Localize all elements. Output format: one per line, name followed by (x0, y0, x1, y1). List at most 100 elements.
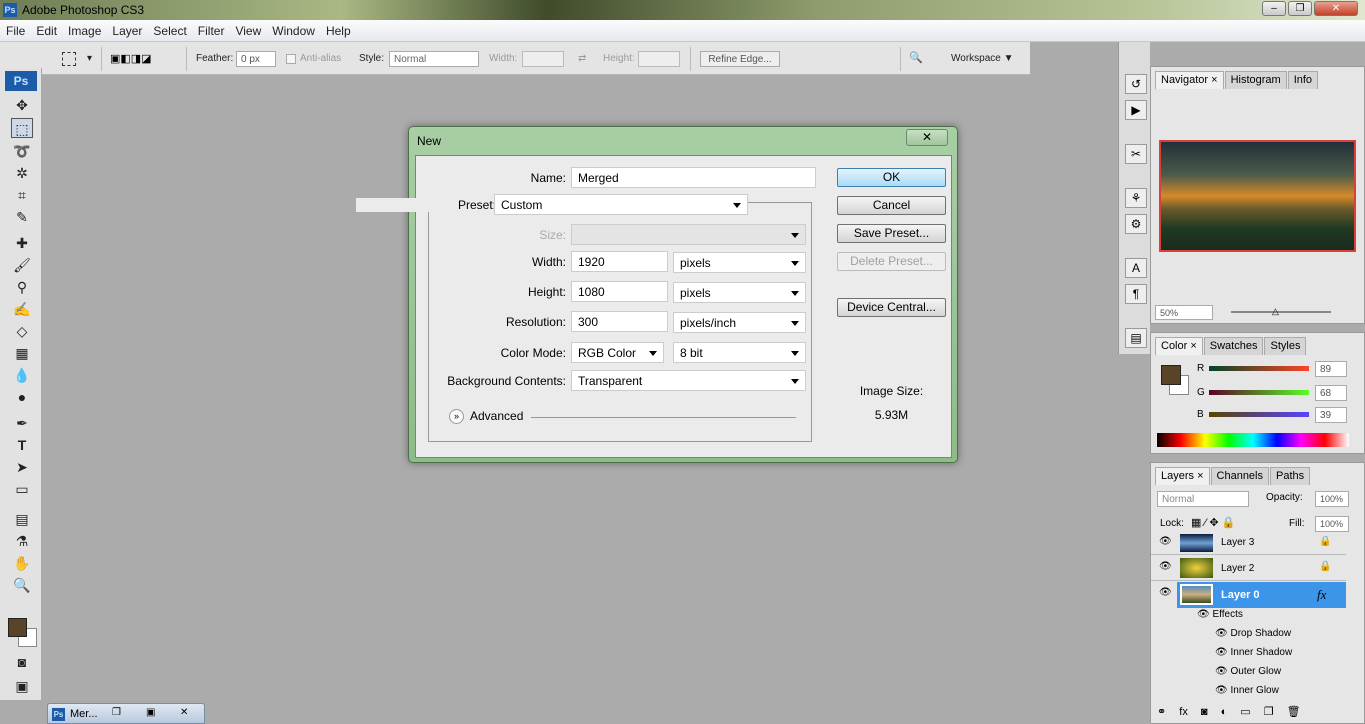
tool-presets-icon[interactable]: ✂ (1125, 144, 1147, 164)
tab-channels[interactable]: Channels (1210, 467, 1269, 485)
stamp-tool-icon[interactable]: ⚲ (11, 277, 33, 297)
selection-mode-icons[interactable]: ▣◧◨◪ (110, 52, 176, 66)
effect-drop-shadow[interactable]: 👁 Drop Shadow (1215, 628, 1365, 639)
tab-info[interactable]: Info (1287, 71, 1319, 89)
bit-depth-dropdown[interactable]: 8 bit (673, 342, 806, 363)
r-slider[interactable] (1209, 366, 1309, 371)
menu-select[interactable]: Select (147, 20, 191, 38)
marquee-tool-icon[interactable]: ⬚ (11, 118, 33, 138)
dodge-tool-icon[interactable]: ● (11, 387, 33, 407)
height-input[interactable]: 1080 (571, 281, 668, 302)
layer-row[interactable]: 👁 Layer 3 🔒 (1151, 533, 1346, 555)
navigator-thumbnail[interactable] (1159, 140, 1356, 252)
blend-mode-dropdown[interactable]: Normal (1157, 491, 1249, 507)
notes-tool-icon[interactable]: ▤ (11, 509, 33, 529)
hand-tool-icon[interactable]: ✋ (11, 553, 33, 573)
width-input[interactable] (522, 51, 564, 67)
r-input[interactable]: 89 (1315, 361, 1347, 377)
style-dropdown[interactable]: Normal (389, 51, 479, 67)
history-brush-icon[interactable]: ✍ (11, 299, 33, 319)
eraser-tool-icon[interactable]: ◇ (11, 321, 33, 341)
width-input[interactable]: 1920 (571, 251, 668, 272)
menu-edit[interactable]: Edit (30, 20, 62, 38)
menu-file[interactable]: File (0, 20, 30, 38)
tab-paths[interactable]: Paths (1270, 467, 1311, 485)
menu-image[interactable]: Image (62, 20, 106, 38)
height-unit-dropdown[interactable]: pixels (673, 282, 806, 303)
name-input[interactable]: Merged (571, 167, 816, 188)
move-tool-icon[interactable]: ✥ (11, 95, 33, 115)
menu-filter[interactable]: Filter (192, 20, 230, 38)
effect-outer-glow[interactable]: 👁 Outer Glow (1215, 666, 1365, 677)
workspace-menu[interactable]: Workspace ▼ (951, 53, 1014, 64)
antialias-checkbox[interactable] (286, 54, 296, 64)
zoom-slider[interactable] (1231, 311, 1331, 313)
save-preset-button[interactable]: Save Preset... (837, 224, 946, 243)
screen-mode-icon[interactable]: ▣ (11, 676, 33, 696)
effect-inner-glow[interactable]: 👁 Inner Glow (1215, 685, 1365, 696)
crop-tool-icon[interactable]: ⌗ (11, 185, 33, 205)
lasso-tool-icon[interactable]: ➰ (11, 141, 33, 161)
fill-input[interactable]: 100% (1315, 516, 1349, 532)
foreground-color-swatch[interactable] (1161, 365, 1181, 385)
tab-color[interactable]: Color × (1155, 337, 1203, 355)
shape-tool-icon[interactable]: ▭ (11, 479, 33, 499)
menu-layer[interactable]: Layer (106, 20, 147, 38)
tab-layers[interactable]: Layers × (1155, 467, 1210, 485)
paragraph-icon[interactable]: ¶ (1125, 284, 1147, 304)
brushes-icon[interactable]: ⚘ (1125, 188, 1147, 208)
layer-row[interactable]: 👁 Layer 2 🔒 (1151, 556, 1346, 581)
color-mode-dropdown[interactable]: RGB Color (571, 342, 664, 363)
feather-input[interactable]: 0 px (236, 51, 276, 67)
tab-histogram[interactable]: Histogram (1224, 71, 1287, 89)
healing-brush-icon[interactable]: ✚ (11, 233, 33, 253)
magic-wand-icon[interactable]: ✲ (11, 163, 33, 183)
slice-tool-icon[interactable]: ✎ (11, 207, 33, 227)
foreground-color-swatch[interactable] (8, 618, 27, 637)
preset-dropdown[interactable]: Custom (494, 194, 748, 215)
close-button[interactable]: ✕ (1314, 1, 1358, 16)
path-select-icon[interactable]: ➤ (11, 457, 33, 477)
opacity-input[interactable]: 100% (1315, 491, 1349, 507)
menu-view[interactable]: View (229, 20, 266, 38)
width-unit-dropdown[interactable]: pixels (673, 252, 806, 273)
history-icon[interactable]: ↺ (1125, 74, 1147, 94)
layer-comps-icon[interactable]: ▤ (1125, 328, 1147, 348)
b-input[interactable]: 39 (1315, 407, 1347, 423)
advanced-label[interactable]: Advanced (470, 409, 523, 423)
menu-window[interactable]: Window (266, 20, 320, 38)
type-tool-icon[interactable]: T (11, 435, 33, 455)
minimize-button[interactable]: – (1262, 1, 1286, 16)
effects-row[interactable]: 👁 Effects (1197, 609, 1365, 620)
delete-preset-button[interactable]: Delete Preset... (837, 252, 946, 271)
gradient-tool-icon[interactable]: ▦ (11, 343, 33, 363)
fx-icon[interactable]: fx (1317, 587, 1326, 603)
resolution-input[interactable]: 300 (571, 311, 668, 332)
visibility-eye-icon[interactable]: 👁 (1159, 561, 1172, 572)
zoom-slider-thumb[interactable]: △ (1272, 306, 1279, 317)
quick-mask-icon[interactable]: ◙ (11, 652, 33, 672)
bridge-icon[interactable]: 🔍 (909, 51, 931, 69)
actions-icon[interactable]: ▶ (1125, 100, 1147, 120)
brush-tool-icon[interactable]: 🖌 (11, 255, 33, 275)
lock-icons[interactable]: ▦ ⁄ ✥ 🔒 (1191, 516, 1235, 529)
pen-tool-icon[interactable]: ✒ (11, 413, 33, 433)
height-input[interactable] (638, 51, 680, 67)
g-input[interactable]: 68 (1315, 385, 1347, 401)
device-central-button[interactable]: Device Central... (837, 298, 946, 317)
color-ramp[interactable] (1157, 433, 1349, 447)
b-slider[interactable] (1209, 412, 1309, 417)
dialog-close-button[interactable]: ✕ (906, 129, 948, 146)
g-slider[interactable] (1209, 390, 1309, 395)
maximize-icon[interactable]: ▣ (146, 707, 155, 718)
tab-styles[interactable]: Styles (1264, 337, 1307, 355)
background-contents-dropdown[interactable]: Transparent (571, 370, 806, 391)
size-dropdown[interactable] (571, 224, 806, 245)
character-icon[interactable]: A (1125, 258, 1147, 278)
restore-icon[interactable]: ❐ (112, 707, 121, 718)
tab-navigator[interactable]: Navigator × (1155, 71, 1224, 89)
visibility-eye-icon[interactable]: 👁 (1159, 587, 1172, 598)
cancel-button[interactable]: Cancel (837, 196, 946, 215)
advanced-expand-icon[interactable]: » (449, 409, 464, 424)
maximize-button[interactable]: ❐ (1288, 1, 1312, 16)
